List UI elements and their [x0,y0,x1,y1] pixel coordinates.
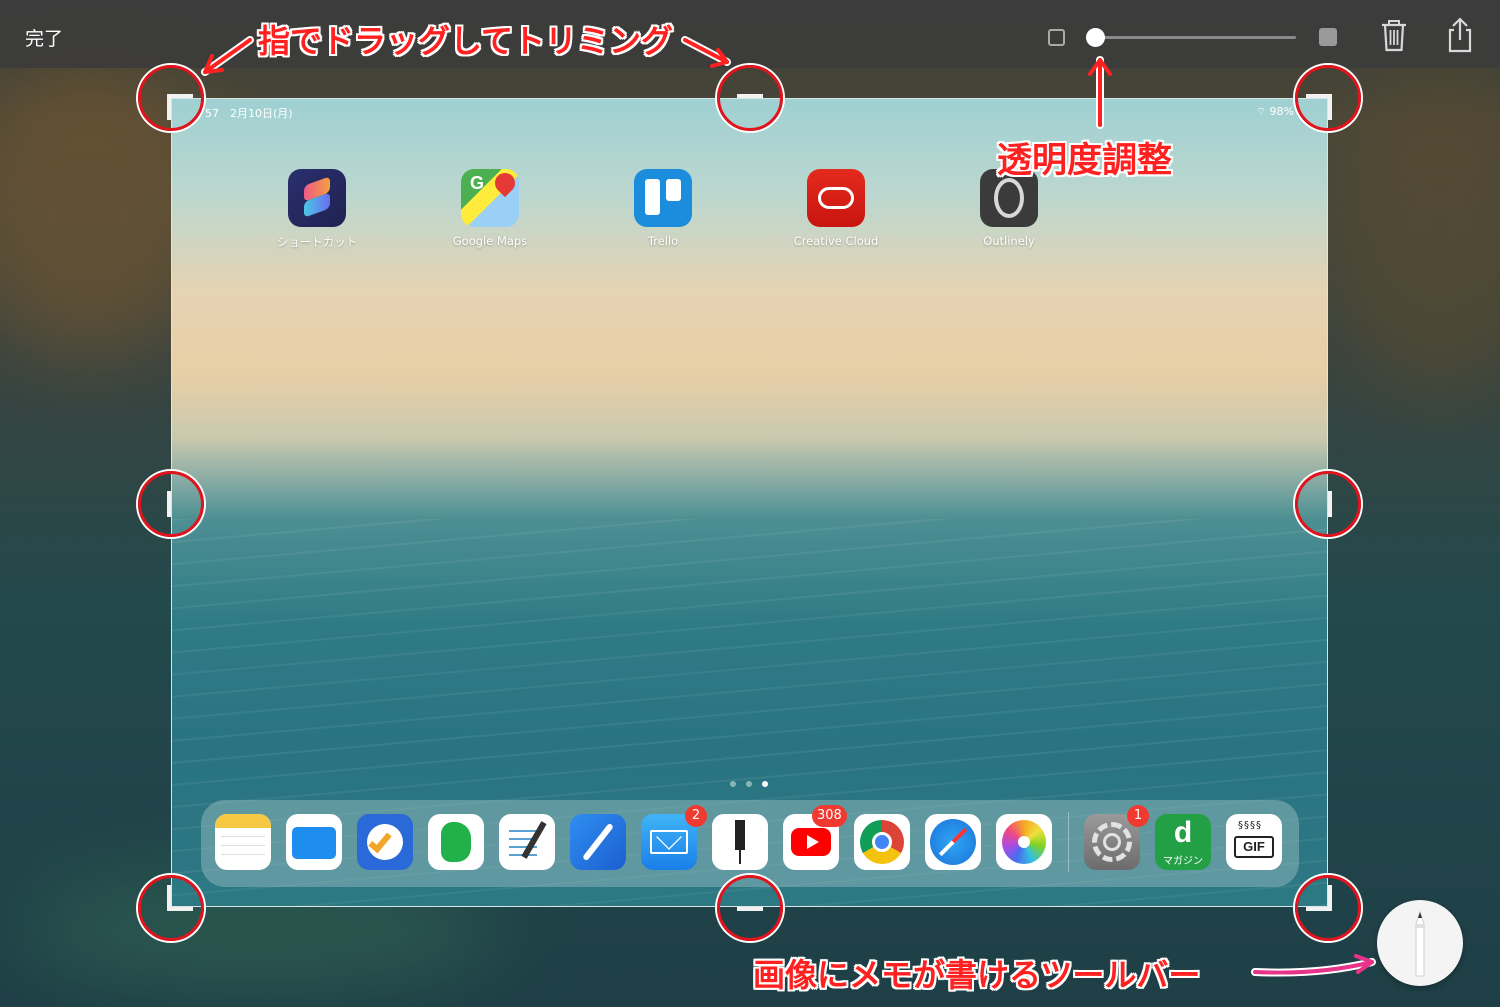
app-label: Creative Cloud [793,234,879,248]
photos-icon[interactable] [996,814,1052,870]
crop-handle-bottom[interactable] [717,875,783,941]
crop-handle-bottom-left[interactable] [138,875,204,941]
apple-pencil-icon [1415,910,1425,977]
markup-toolbar-button[interactable] [1377,900,1463,986]
status-time: 57 2月10日(月) [205,107,293,120]
trim-annotation: 指でドラッグしてトリミング [258,22,674,60]
pen-tool-icon[interactable] [712,814,768,870]
pen-app-icon[interactable] [570,814,626,870]
app-label: Trello [647,234,679,248]
safari-icon[interactable] [925,814,981,870]
notes-icon[interactable] [215,814,271,870]
chrome-icon[interactable] [854,814,910,870]
d-magazine-icon[interactable]: d マガジン [1155,814,1211,870]
opacity-max-icon [1319,28,1337,46]
google-maps-icon: G [461,169,519,227]
trello-icon [634,169,692,227]
app-trello[interactable]: Trello [603,169,723,248]
page-dot-current [762,781,768,787]
crop-handle-top[interactable] [717,65,783,131]
opacity-min-icon [1048,29,1065,46]
page-indicator[interactable] [730,772,778,791]
app-label: Google Maps [452,234,528,248]
share-icon[interactable] [1444,17,1476,53]
opacity-slider[interactable] [1096,36,1296,39]
dock: 2 308 1 d マガジン §§§§ GIF [201,800,1299,887]
screenshot-preview[interactable]: 57 2月10日(月) ⌔ 98% ショートカット G Google Maps … [171,98,1328,907]
crop-handle-top-left[interactable] [138,65,204,131]
mail-badge: 2 [685,805,707,827]
app-label: Outlinely [983,234,1035,248]
opacity-annotation: 透明度調整 [997,141,1173,181]
status-battery: ⌔ 98% [1255,105,1294,118]
dock-divider [1068,812,1069,872]
app-google-maps[interactable]: G Google Maps [430,169,550,248]
youtube-badge: 308 [812,805,847,827]
files-icon[interactable] [286,814,342,870]
screenshot-toolbar: 完了 [0,0,1500,68]
creative-cloud-icon [807,169,865,227]
opacity-slider-thumb[interactable] [1086,28,1105,47]
shortcuts-icon [288,169,346,227]
app-creative-cloud[interactable]: Creative Cloud [776,169,896,248]
done-button[interactable]: 完了 [25,24,63,51]
page-dot [730,781,736,787]
toolbar-annotation: 画像にメモが書けるツールバー [753,956,1201,994]
app-label: ショートカット [276,235,358,249]
notes-pen-icon[interactable] [499,814,555,870]
omnifocus-icon[interactable] [357,814,413,870]
crop-handle-top-right[interactable] [1295,65,1361,131]
crop-handle-bottom-right[interactable] [1295,875,1361,941]
evernote-icon[interactable] [428,814,484,870]
settings-badge: 1 [1127,805,1149,827]
wifi-icon: ⌔ [1255,105,1267,118]
page-dot [746,781,752,787]
crop-handle-right[interactable] [1295,471,1361,537]
app-shortcuts[interactable]: ショートカット [257,169,377,250]
background-blur [1330,80,1500,400]
gif-maker-icon[interactable]: §§§§ GIF [1226,814,1282,870]
trash-icon[interactable] [1378,18,1410,52]
crop-handle-left[interactable] [138,471,204,537]
